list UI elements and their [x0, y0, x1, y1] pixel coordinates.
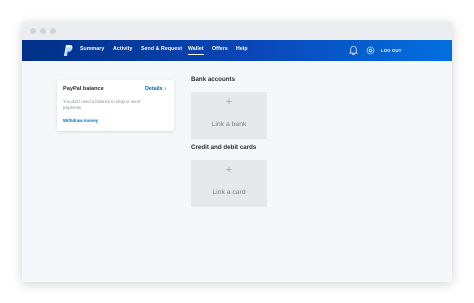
nav-send-request[interactable]: Send & Request: [141, 46, 182, 52]
nav-help[interactable]: Help: [236, 46, 248, 52]
paypal-balance-card: PayPal balance Details › You don't need …: [57, 80, 174, 131]
window-maximize-dot[interactable]: [50, 28, 56, 34]
link-bank-label: Link a bank: [211, 121, 247, 128]
gear-icon[interactable]: [365, 45, 376, 56]
nav-offers[interactable]: Offers: [212, 46, 228, 52]
link-bank-tile[interactable]: + Link a bank: [191, 92, 267, 139]
plus-icon: +: [225, 164, 233, 176]
plus-icon: +: [225, 96, 233, 108]
nav-activity[interactable]: Activity: [113, 46, 133, 52]
bell-icon[interactable]: [348, 45, 359, 56]
bank-accounts-heading: Bank accounts: [191, 76, 236, 83]
browser-window: Summary Activity Send & Request Wallet O…: [22, 22, 452, 282]
paypal-logo[interactable]: [62, 44, 73, 57]
top-navbar: Summary Activity Send & Request Wallet O…: [22, 40, 452, 61]
link-card-label: Link a card: [212, 189, 246, 196]
chevron-right-icon: ›: [164, 86, 166, 92]
withdraw-money-link[interactable]: Withdraw money: [63, 118, 98, 123]
balance-title: PayPal balance: [63, 86, 104, 92]
window-minimize-dot[interactable]: [40, 28, 46, 34]
link-card-tile[interactable]: + Link a card: [191, 160, 267, 207]
window-titlebar: [22, 22, 452, 40]
details-link[interactable]: Details ›: [145, 86, 166, 92]
window-close-dot[interactable]: [30, 28, 36, 34]
nav-wallet[interactable]: Wallet: [188, 46, 204, 55]
balance-description: You don't need a balance to shop or send…: [63, 99, 141, 110]
details-label: Details: [145, 86, 163, 92]
logout-link[interactable]: LOG OUT: [381, 48, 401, 53]
cards-heading: Credit and debit cards: [191, 144, 257, 151]
nav-summary[interactable]: Summary: [80, 46, 104, 52]
